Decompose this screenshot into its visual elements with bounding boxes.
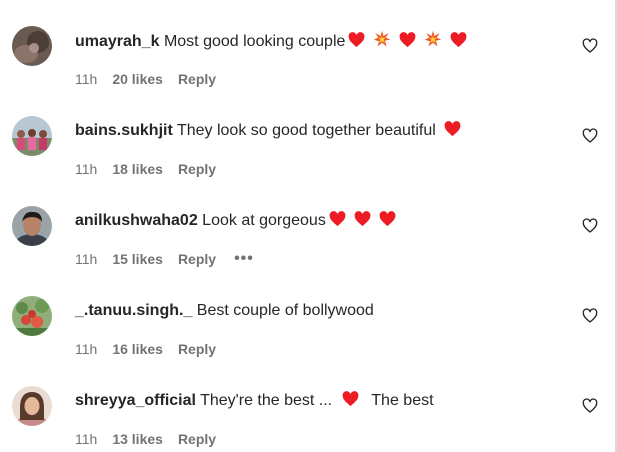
red-heart-icon bbox=[379, 211, 396, 227]
comment-text-line: _.tanuu.singh._ Best couple of bollywood bbox=[75, 300, 374, 322]
avatar[interactable] bbox=[12, 206, 52, 246]
comment-time[interactable]: 11h bbox=[75, 160, 97, 178]
avatar[interactable] bbox=[12, 116, 52, 156]
collision-icon bbox=[374, 30, 391, 47]
red-heart-icon bbox=[399, 32, 416, 48]
avatar-image bbox=[12, 26, 52, 66]
reply-button[interactable]: Reply bbox=[178, 430, 216, 448]
comment-likes[interactable]: 16 likes bbox=[112, 340, 163, 358]
comment-meta: 11h 20 likes Reply bbox=[75, 70, 216, 88]
red-heart-icon bbox=[450, 32, 467, 48]
comment-text-line: bains.sukhjit They look so good together… bbox=[75, 120, 461, 142]
heart-outline-icon[interactable] bbox=[582, 398, 598, 414]
comment-text-after: The best bbox=[371, 392, 434, 409]
heart-outline-icon[interactable] bbox=[582, 308, 598, 324]
comment-likes[interactable]: 20 likes bbox=[112, 70, 163, 88]
heart-outline-icon[interactable] bbox=[582, 38, 598, 54]
comment-likes[interactable]: 13 likes bbox=[112, 430, 163, 448]
comment-username[interactable]: shreyya_official bbox=[75, 392, 196, 409]
heart-outline-icon[interactable] bbox=[582, 218, 598, 234]
comment-item: shreyya_official They're the best ... Th… bbox=[0, 360, 617, 450]
avatar[interactable] bbox=[12, 386, 52, 426]
reply-button[interactable]: Reply bbox=[178, 340, 216, 358]
heart-outline-icon[interactable] bbox=[582, 128, 598, 144]
red-heart-icon bbox=[348, 32, 365, 48]
avatar-image bbox=[12, 116, 52, 156]
comment-item: _.tanuu.singh._ Best couple of bollywood… bbox=[0, 270, 617, 360]
comment-time[interactable]: 11h bbox=[75, 70, 97, 88]
comment-meta: 11h 13 likes Reply bbox=[75, 430, 216, 448]
comment-text: Most good looking couple bbox=[163, 33, 346, 50]
comment-item: anilkushwaha02 Look at gorgeous 11h 15 l… bbox=[0, 180, 617, 270]
reply-button[interactable]: Reply bbox=[178, 70, 216, 88]
avatar[interactable] bbox=[12, 26, 52, 66]
comment-text-line: umayrah_k Most good looking couple bbox=[75, 30, 467, 53]
comment-username[interactable]: bains.sukhjit bbox=[75, 122, 173, 139]
comment-time[interactable]: 11h bbox=[75, 250, 97, 268]
comment-likes[interactable]: 15 likes bbox=[112, 250, 163, 268]
more-options-button[interactable]: ••• bbox=[234, 250, 254, 268]
comment-time[interactable]: 11h bbox=[75, 340, 97, 358]
comment-text-before: They're the best ... bbox=[200, 392, 333, 409]
avatar[interactable] bbox=[12, 296, 52, 336]
comment-text-line: anilkushwaha02 Look at gorgeous bbox=[75, 210, 396, 232]
red-heart-icon bbox=[329, 211, 346, 227]
comment-text-line: shreyya_official They're the best ... Th… bbox=[75, 390, 434, 412]
comment-text: Look at gorgeous bbox=[202, 212, 326, 229]
comment-username[interactable]: anilkushwaha02 bbox=[75, 212, 198, 229]
comment-text: Best couple of bollywood bbox=[196, 302, 374, 319]
comment-time[interactable]: 11h bbox=[75, 430, 97, 448]
red-heart-icon bbox=[354, 211, 371, 227]
reply-button[interactable]: Reply bbox=[178, 160, 216, 178]
comment-meta: 11h 16 likes Reply bbox=[75, 340, 216, 358]
comment-item: bains.sukhjit They look so good together… bbox=[0, 90, 617, 180]
avatar-image bbox=[12, 206, 52, 246]
comment-meta: 11h 18 likes Reply bbox=[75, 160, 216, 178]
comment-text: They look so good together beautiful bbox=[176, 122, 436, 139]
avatar-image bbox=[12, 386, 52, 426]
comment-item: umayrah_k Most good looking couple 11h 2… bbox=[0, 0, 617, 90]
comment-meta: 11h 15 likes Reply ••• bbox=[75, 250, 254, 268]
avatar-image bbox=[12, 296, 52, 336]
comment-username[interactable]: umayrah_k bbox=[75, 33, 160, 50]
reply-button[interactable]: Reply bbox=[178, 250, 216, 268]
red-heart-icon bbox=[342, 391, 359, 407]
comment-username[interactable]: _.tanuu.singh._ bbox=[75, 302, 192, 319]
comment-likes[interactable]: 18 likes bbox=[112, 160, 163, 178]
collision-icon bbox=[425, 30, 442, 47]
red-heart-icon bbox=[444, 121, 461, 137]
